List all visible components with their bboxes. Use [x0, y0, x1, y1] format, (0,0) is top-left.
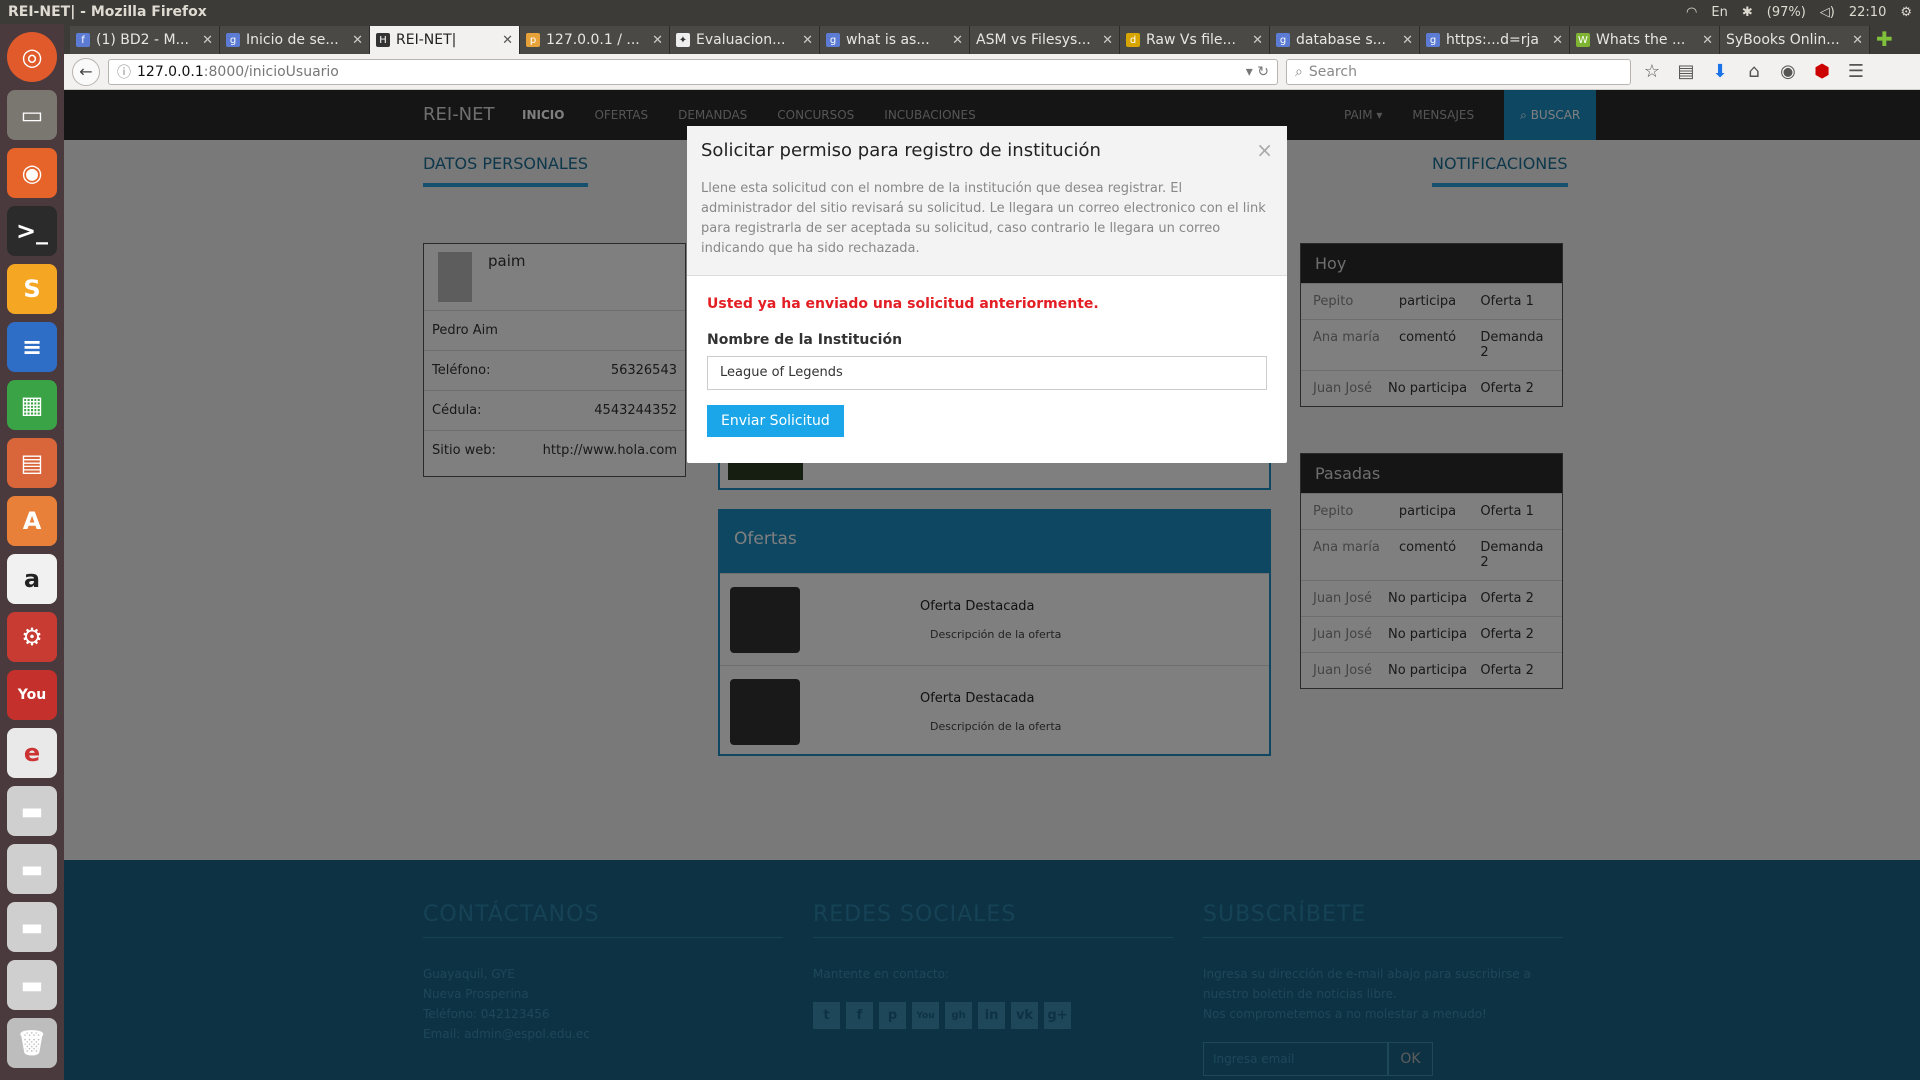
files-icon[interactable]: ▭	[7, 90, 57, 140]
back-arrow-icon[interactable]: ←	[72, 57, 100, 86]
close-tab-icon[interactable]: ✕	[502, 33, 513, 48]
amazon-icon[interactable]: a	[7, 554, 57, 604]
browser-tab[interactable]: g what is as... ✕	[820, 26, 970, 54]
settings-gear-icon[interactable]: ⚙	[1900, 5, 1912, 20]
bluetooth-icon[interactable]: ✱	[1742, 5, 1753, 20]
system-settings-icon[interactable]: ⚙	[7, 612, 57, 662]
close-tab-icon[interactable]: ✕	[1852, 33, 1863, 48]
terminal-icon[interactable]: >_	[7, 206, 57, 256]
close-tab-icon[interactable]: ✕	[1552, 33, 1563, 48]
drive-icon[interactable]: ▬	[7, 960, 57, 1010]
modal-body: Usted ya ha enviado una solicitud anteri…	[687, 276, 1287, 457]
close-tab-icon[interactable]: ✕	[952, 33, 963, 48]
drive-icon[interactable]: ▬	[7, 902, 57, 952]
youtube-icon[interactable]: You	[7, 670, 57, 720]
software-center-icon[interactable]: A	[7, 496, 57, 546]
close-tab-icon[interactable]: ✕	[802, 33, 813, 48]
wifi-icon[interactable]: ◠	[1686, 5, 1697, 20]
facebook-icon: f	[76, 33, 90, 47]
site-icon: H	[376, 33, 390, 47]
system-tray: ◠ En ✱ (97%) ◁) 22:10 ⚙	[1686, 5, 1912, 20]
error-message: Usted ya ha enviado una solicitud anteri…	[707, 296, 1099, 312]
os-top-bar: REI-NET| - Mozilla Firefox ◠ En ✱ (97%) …	[0, 0, 1920, 24]
modal-title: Solicitar permiso para registro de insti…	[701, 140, 1101, 161]
google-icon: g	[1426, 33, 1440, 47]
reload-icon[interactable]: ▾ ↻	[1246, 64, 1269, 80]
search-icon: ⌕	[1295, 63, 1303, 80]
calc-icon[interactable]: ▦	[7, 380, 57, 430]
browser-tab[interactable]: f (1) BD2 - M... ✕	[70, 26, 220, 54]
close-tab-icon[interactable]: ✕	[1252, 33, 1263, 48]
browser-tab[interactable]: W Whats the ... ✕	[1570, 26, 1720, 54]
writer-icon[interactable]: ≡	[7, 322, 57, 372]
menu-icon[interactable]: ☰	[1843, 61, 1869, 82]
search-input[interactable]: ⌕ Search	[1286, 58, 1631, 85]
site-icon: ✦	[676, 33, 690, 47]
drive-icon[interactable]: ▬	[7, 844, 57, 894]
drive-icon[interactable]: ▬	[7, 786, 57, 836]
browser-tab[interactable]: g Inicio de se... ✕	[220, 26, 370, 54]
navigation-bar: ← ⓘ 127.0.0.1:8000/inicioUsuario ▾ ↻ ⌕ Sear…	[64, 54, 1920, 90]
clock[interactable]: 22:10	[1849, 5, 1886, 20]
google-icon: g	[226, 33, 240, 47]
new-tab-icon[interactable]: ✚	[1870, 27, 1899, 51]
home-icon[interactable]: ⌂	[1741, 61, 1767, 82]
reading-list-icon[interactable]: ▤	[1673, 61, 1699, 82]
google-icon: g	[826, 33, 840, 47]
send-request-button[interactable]: Enviar Solicitud	[707, 405, 844, 437]
info-icon[interactable]: ⓘ	[117, 62, 131, 82]
browser-tab[interactable]: p 127.0.0.1 / ... ✕	[520, 26, 670, 54]
site-icon: W	[1576, 33, 1590, 47]
bookmark-star-icon[interactable]: ☆	[1639, 61, 1665, 82]
window-title: REI-NET| - Mozilla Firefox	[8, 4, 207, 20]
close-tab-icon[interactable]: ✕	[202, 33, 213, 48]
browser-tab[interactable]: SyBooks Onlin... ✕	[1720, 26, 1870, 54]
close-tab-icon[interactable]: ✕	[1402, 33, 1413, 48]
institution-name-input[interactable]: League of Legends	[707, 356, 1267, 390]
chat-icon[interactable]: ◉	[1775, 61, 1801, 82]
trash-icon[interactable]: 🗑	[7, 1018, 57, 1068]
close-tab-icon[interactable]: ✕	[652, 33, 663, 48]
document-viewer-icon[interactable]: e	[7, 728, 57, 778]
download-icon[interactable]: ⬇	[1707, 61, 1733, 82]
dash-home-icon[interactable]: ◎	[7, 32, 57, 82]
battery-indicator[interactable]: (97%)	[1767, 5, 1806, 20]
modal-description: Llene esta solicitud con el nombre de la…	[701, 181, 1266, 256]
browser-tab[interactable]: ASM vs Filesys... ✕	[970, 26, 1120, 54]
modal-header: Solicitar permiso para registro de insti…	[687, 126, 1287, 276]
volume-icon[interactable]: ◁)	[1820, 5, 1835, 20]
browser-window: f (1) BD2 - M... ✕ g Inicio de se... ✕ H REI-…	[64, 24, 1920, 1080]
close-tab-icon[interactable]: ✕	[1102, 33, 1113, 48]
institution-request-modal: Solicitar permiso para registro de insti…	[687, 126, 1287, 463]
browser-tab[interactable]: d Raw Vs file... ✕	[1120, 26, 1270, 54]
firefox-icon[interactable]: ◉	[7, 148, 57, 198]
site-icon: d	[1126, 33, 1140, 47]
close-tab-icon[interactable]: ✕	[1702, 33, 1713, 48]
keyboard-layout[interactable]: En	[1711, 5, 1727, 20]
impress-icon[interactable]: ▤	[7, 438, 57, 488]
browser-tab-active[interactable]: H REI-NET| ✕	[370, 26, 520, 54]
sublime-text-icon[interactable]: S	[7, 264, 57, 314]
browser-tab[interactable]: ✦ Evaluacion... ✕	[670, 26, 820, 54]
launcher: ◎ ▭ ◉ >_ S ≡ ▦ ▤ A a ⚙ You e ▬ ▬ ▬ ▬ 🗑	[0, 24, 64, 1080]
browser-tab[interactable]: g database s... ✕	[1270, 26, 1420, 54]
close-icon[interactable]: ×	[1256, 138, 1273, 162]
url-bar[interactable]: ⓘ 127.0.0.1:8000/inicioUsuario ▾ ↻	[108, 58, 1278, 85]
browser-tab[interactable]: g https:...d=rja ✕	[1420, 26, 1570, 54]
page-content: REI-NET INICIO OFERTAS DEMANDAS CONCURSO…	[64, 90, 1920, 1080]
close-tab-icon[interactable]: ✕	[352, 33, 363, 48]
institution-label: Nombre de la Institución	[707, 332, 903, 348]
tab-bar: f (1) BD2 - M... ✕ g Inicio de se... ✕ H REI-…	[64, 24, 1920, 54]
google-icon: g	[1276, 33, 1290, 47]
phpmyadmin-icon: p	[526, 33, 540, 47]
adblock-icon[interactable]: ⬢	[1809, 61, 1835, 82]
